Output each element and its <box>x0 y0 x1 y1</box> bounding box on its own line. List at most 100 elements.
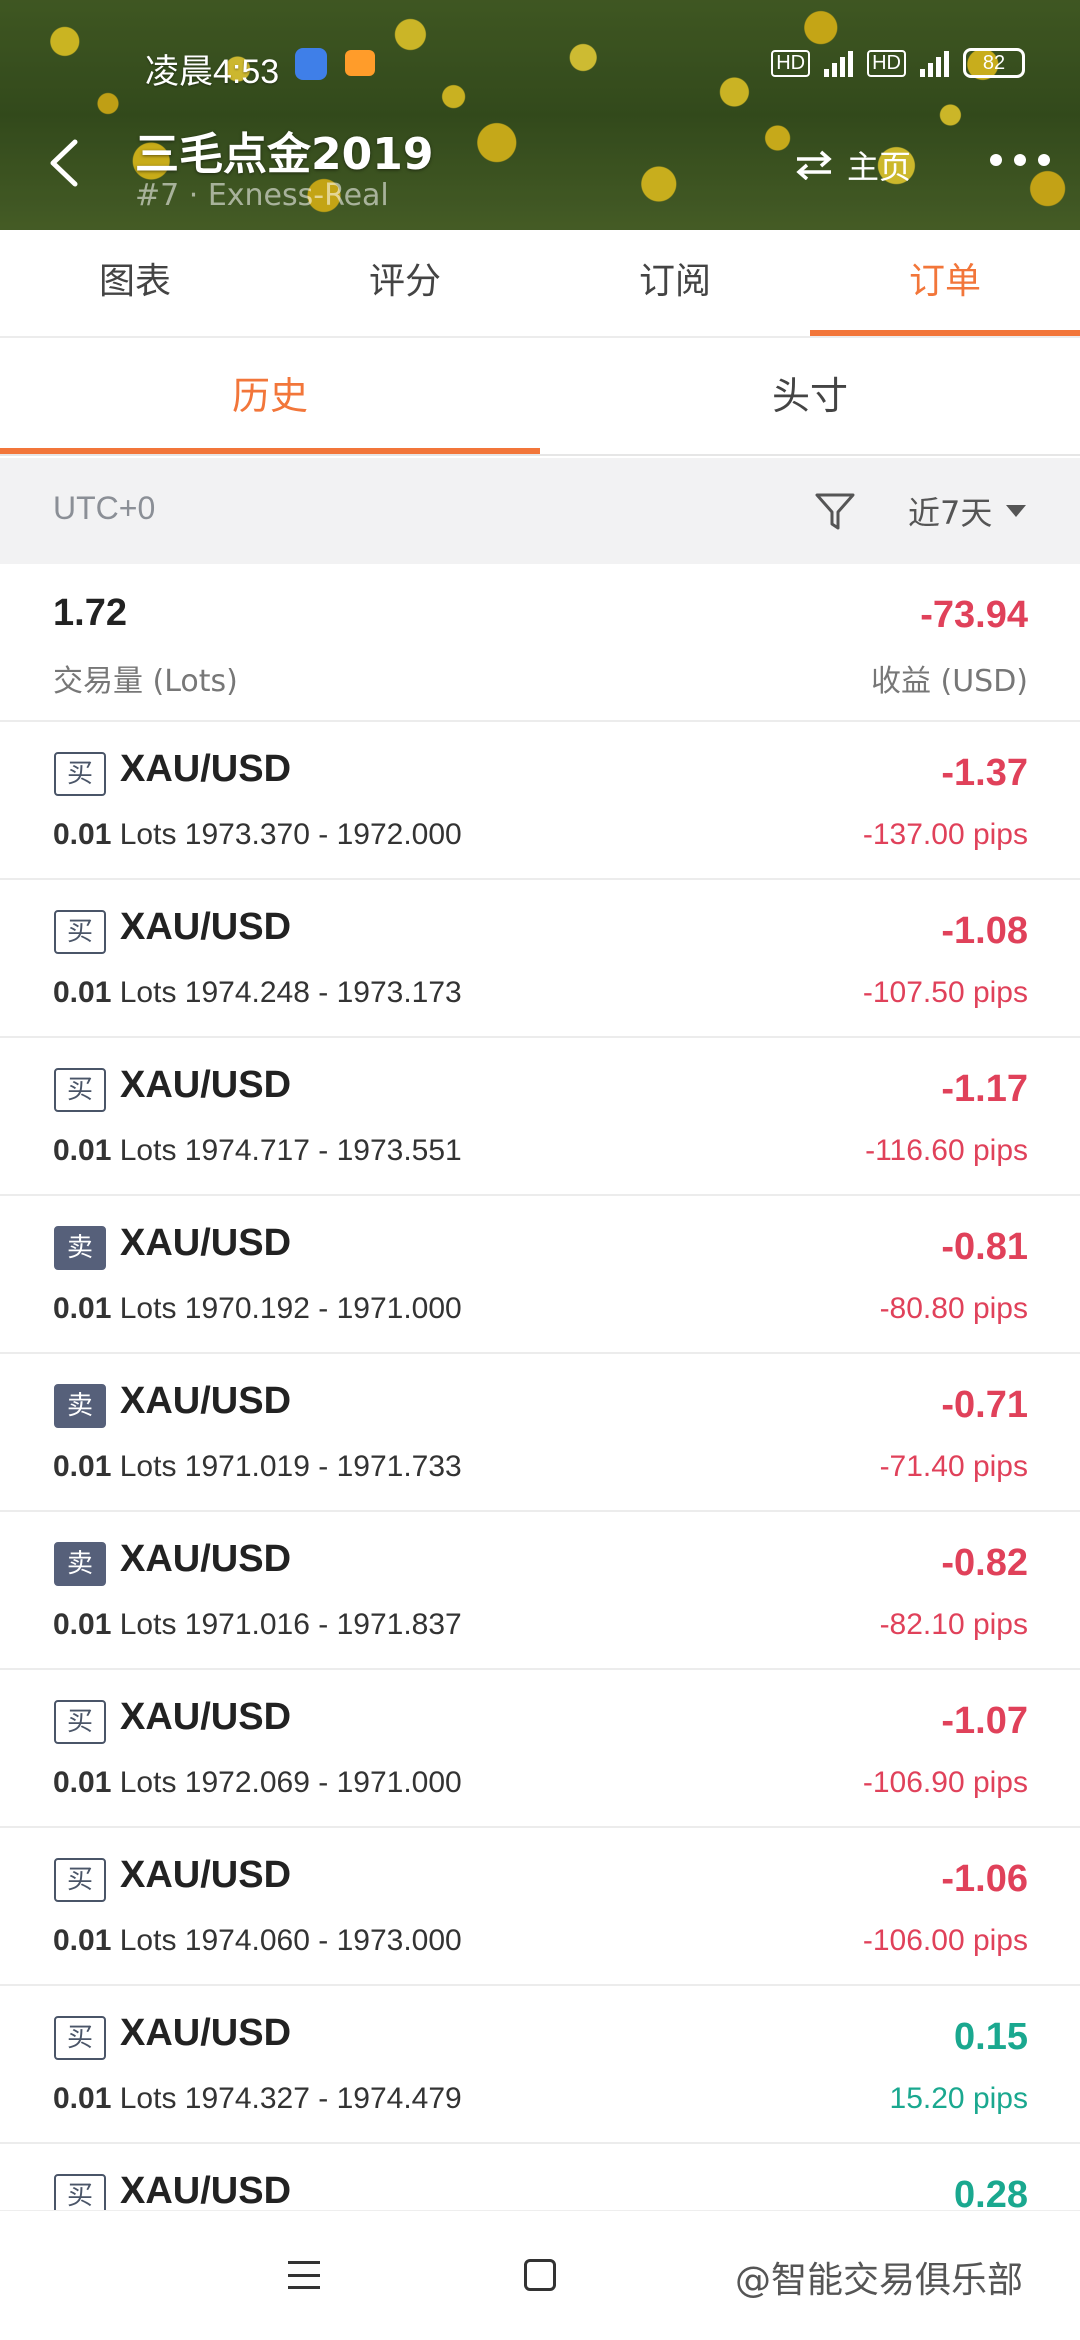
order-row[interactable]: 买 XAU/USD 0.01 Lots 1974.248 - 1973.173 … <box>0 880 1080 1038</box>
order-lots-unit: Lots <box>119 818 177 851</box>
order-lots-unit: Lots <box>119 1608 177 1641</box>
hd-icon: HD <box>771 49 811 77</box>
tab-positions[interactable]: 头寸 <box>540 340 1080 454</box>
side-badge: 买 <box>54 1700 106 1744</box>
home-button[interactable]: 主页 <box>795 142 911 188</box>
order-lots: 0.01 <box>53 818 112 851</box>
status-indicators: HD HD 82 <box>771 48 1025 78</box>
date-range-dropdown[interactable]: 近7天 <box>908 488 1027 534</box>
order-lots-unit: Lots <box>119 1450 177 1483</box>
order-symbol: XAU/USD <box>120 2012 292 2054</box>
order-pips: -137.00 pips <box>862 818 1028 851</box>
summary-panel: 1.72 交易量 (Lots) -73.94 收益 (USD) <box>0 564 1080 722</box>
order-pips: -116.60 pips <box>865 1134 1028 1167</box>
order-lots-unit: Lots <box>119 2082 177 2115</box>
order-lots: 0.01 <box>53 976 112 1009</box>
order-row[interactable]: 卖 XAU/USD 0.01 Lots 1971.019 - 1971.733 … <box>0 1354 1080 1512</box>
order-pips: -71.40 pips <box>879 1450 1028 1483</box>
order-lots: 0.01 <box>53 1924 112 1957</box>
order-prices: 1974.248 - 1973.173 <box>184 976 462 1009</box>
status-bar: 凌晨4:53 HD HD 82 <box>0 40 1080 91</box>
total-volume: 1.72 <box>53 592 127 634</box>
order-detail: 0.01 Lots 1973.370 - 1972.000 <box>53 818 462 852</box>
side-badge: 卖 <box>54 1542 106 1586</box>
side-badge: 卖 <box>54 1226 106 1270</box>
tab-rating[interactable]: 评分 <box>270 230 540 336</box>
order-lots: 0.01 <box>53 1292 112 1325</box>
order-symbol: XAU/USD <box>120 1380 292 1422</box>
order-symbol: XAU/USD <box>120 2170 292 2210</box>
order-pips: -82.10 pips <box>879 1608 1028 1641</box>
side-badge: 买 <box>54 2016 106 2060</box>
order-profit: -1.06 <box>941 1858 1028 1900</box>
order-symbol: XAU/USD <box>120 1854 292 1896</box>
order-profit: -1.07 <box>941 1700 1028 1742</box>
tab-history[interactable]: 历史 <box>0 340 540 454</box>
order-profit: -1.37 <box>941 752 1028 794</box>
mail-notification-icon <box>345 50 375 76</box>
order-prices: 1973.370 - 1972.000 <box>184 818 462 851</box>
status-time: 凌晨4:53 <box>145 53 280 91</box>
tab-subscribe[interactable]: 订阅 <box>540 230 810 336</box>
order-row[interactable]: 买 XAU/USD 0.28 <box>0 2144 1080 2210</box>
back-arrow-icon[interactable] <box>45 138 85 188</box>
order-profit: 0.15 <box>954 2016 1028 2058</box>
total-profit-label: 收益 (USD) <box>870 664 1028 699</box>
tab-chart[interactable]: 图表 <box>0 230 270 336</box>
system-navigation-bar: @智能交易俱乐部 <box>0 2210 1080 2340</box>
timezone-label: UTC+0 <box>53 490 156 526</box>
order-symbol: XAU/USD <box>120 1696 292 1738</box>
hd-icon: HD <box>867 49 906 77</box>
order-lots: 0.01 <box>53 1450 112 1483</box>
order-detail: 0.01 Lots 1974.717 - 1973.551 <box>53 1134 462 1168</box>
title-bar: 三毛点金2019 #7 · Exness-Real 主页 <box>0 110 1080 213</box>
account-subtitle: #7 · Exness-Real <box>135 178 389 213</box>
order-profit: -0.81 <box>941 1226 1028 1268</box>
order-profit: -0.71 <box>941 1384 1028 1426</box>
filter-icon[interactable] <box>814 490 856 532</box>
order-row[interactable]: 买 XAU/USD 0.01 Lots 1974.717 - 1973.551 … <box>0 1038 1080 1196</box>
order-profit: -1.17 <box>941 1068 1028 1110</box>
order-detail: 0.01 Lots 1971.019 - 1971.733 <box>53 1450 462 1484</box>
order-row[interactable]: 买 XAU/USD 0.01 Lots 1972.069 - 1971.000 … <box>0 1670 1080 1828</box>
home-square-icon[interactable] <box>524 2259 556 2291</box>
order-profit: 0.28 <box>954 2174 1028 2210</box>
menu-icon[interactable] <box>288 2261 320 2289</box>
order-prices: 1972.069 - 1971.000 <box>184 1766 462 1799</box>
side-badge: 卖 <box>54 1384 106 1428</box>
order-symbol: XAU/USD <box>120 748 292 790</box>
order-pips: -106.90 pips <box>862 1766 1028 1799</box>
order-lots: 0.01 <box>53 1608 112 1641</box>
side-badge: 买 <box>54 1068 106 1112</box>
battery-icon: 82 <box>963 48 1025 78</box>
order-prices: 1970.192 - 1971.000 <box>184 1292 462 1325</box>
side-badge: 买 <box>54 910 106 954</box>
order-detail: 0.01 Lots 1974.327 - 1974.479 <box>53 2082 462 2116</box>
signal-icon <box>920 49 949 77</box>
order-row[interactable]: 买 XAU/USD 0.01 Lots 1973.370 - 1972.000 … <box>0 722 1080 880</box>
tab-orders[interactable]: 订单 <box>810 230 1080 336</box>
order-prices: 1971.016 - 1971.837 <box>184 1608 462 1641</box>
order-lots: 0.01 <box>53 1134 112 1167</box>
order-profit: -1.08 <box>941 910 1028 952</box>
order-detail: 0.01 Lots 1974.060 - 1973.000 <box>53 1924 462 1958</box>
total-volume-label: 交易量 (Lots) <box>53 664 238 699</box>
order-row[interactable]: 卖 XAU/USD 0.01 Lots 1971.016 - 1971.837 … <box>0 1512 1080 1670</box>
side-badge: 买 <box>54 2174 106 2210</box>
order-profit: -0.82 <box>941 1542 1028 1584</box>
order-lots: 0.01 <box>53 2082 112 2115</box>
home-button-label: 主页 <box>847 148 912 186</box>
order-prices: 1974.060 - 1973.000 <box>184 1924 462 1957</box>
order-row[interactable]: 买 XAU/USD 0.01 Lots 1974.060 - 1973.000 … <box>0 1828 1080 1986</box>
total-profit: -73.94 <box>920 594 1028 636</box>
order-symbol: XAU/USD <box>120 1064 292 1106</box>
more-options-icon[interactable] <box>990 150 1050 170</box>
order-row[interactable]: 买 XAU/USD 0.01 Lots 1974.327 - 1974.479 … <box>0 1986 1080 2144</box>
sub-tabs: 历史 头寸 <box>0 340 1080 456</box>
order-symbol: XAU/USD <box>120 906 292 948</box>
caret-down-icon <box>1006 505 1027 517</box>
order-pips: 15.20 pips <box>889 2082 1028 2115</box>
app-notification-icon <box>295 48 327 80</box>
side-badge: 买 <box>54 1858 106 1902</box>
order-row[interactable]: 卖 XAU/USD 0.01 Lots 1970.192 - 1971.000 … <box>0 1196 1080 1354</box>
